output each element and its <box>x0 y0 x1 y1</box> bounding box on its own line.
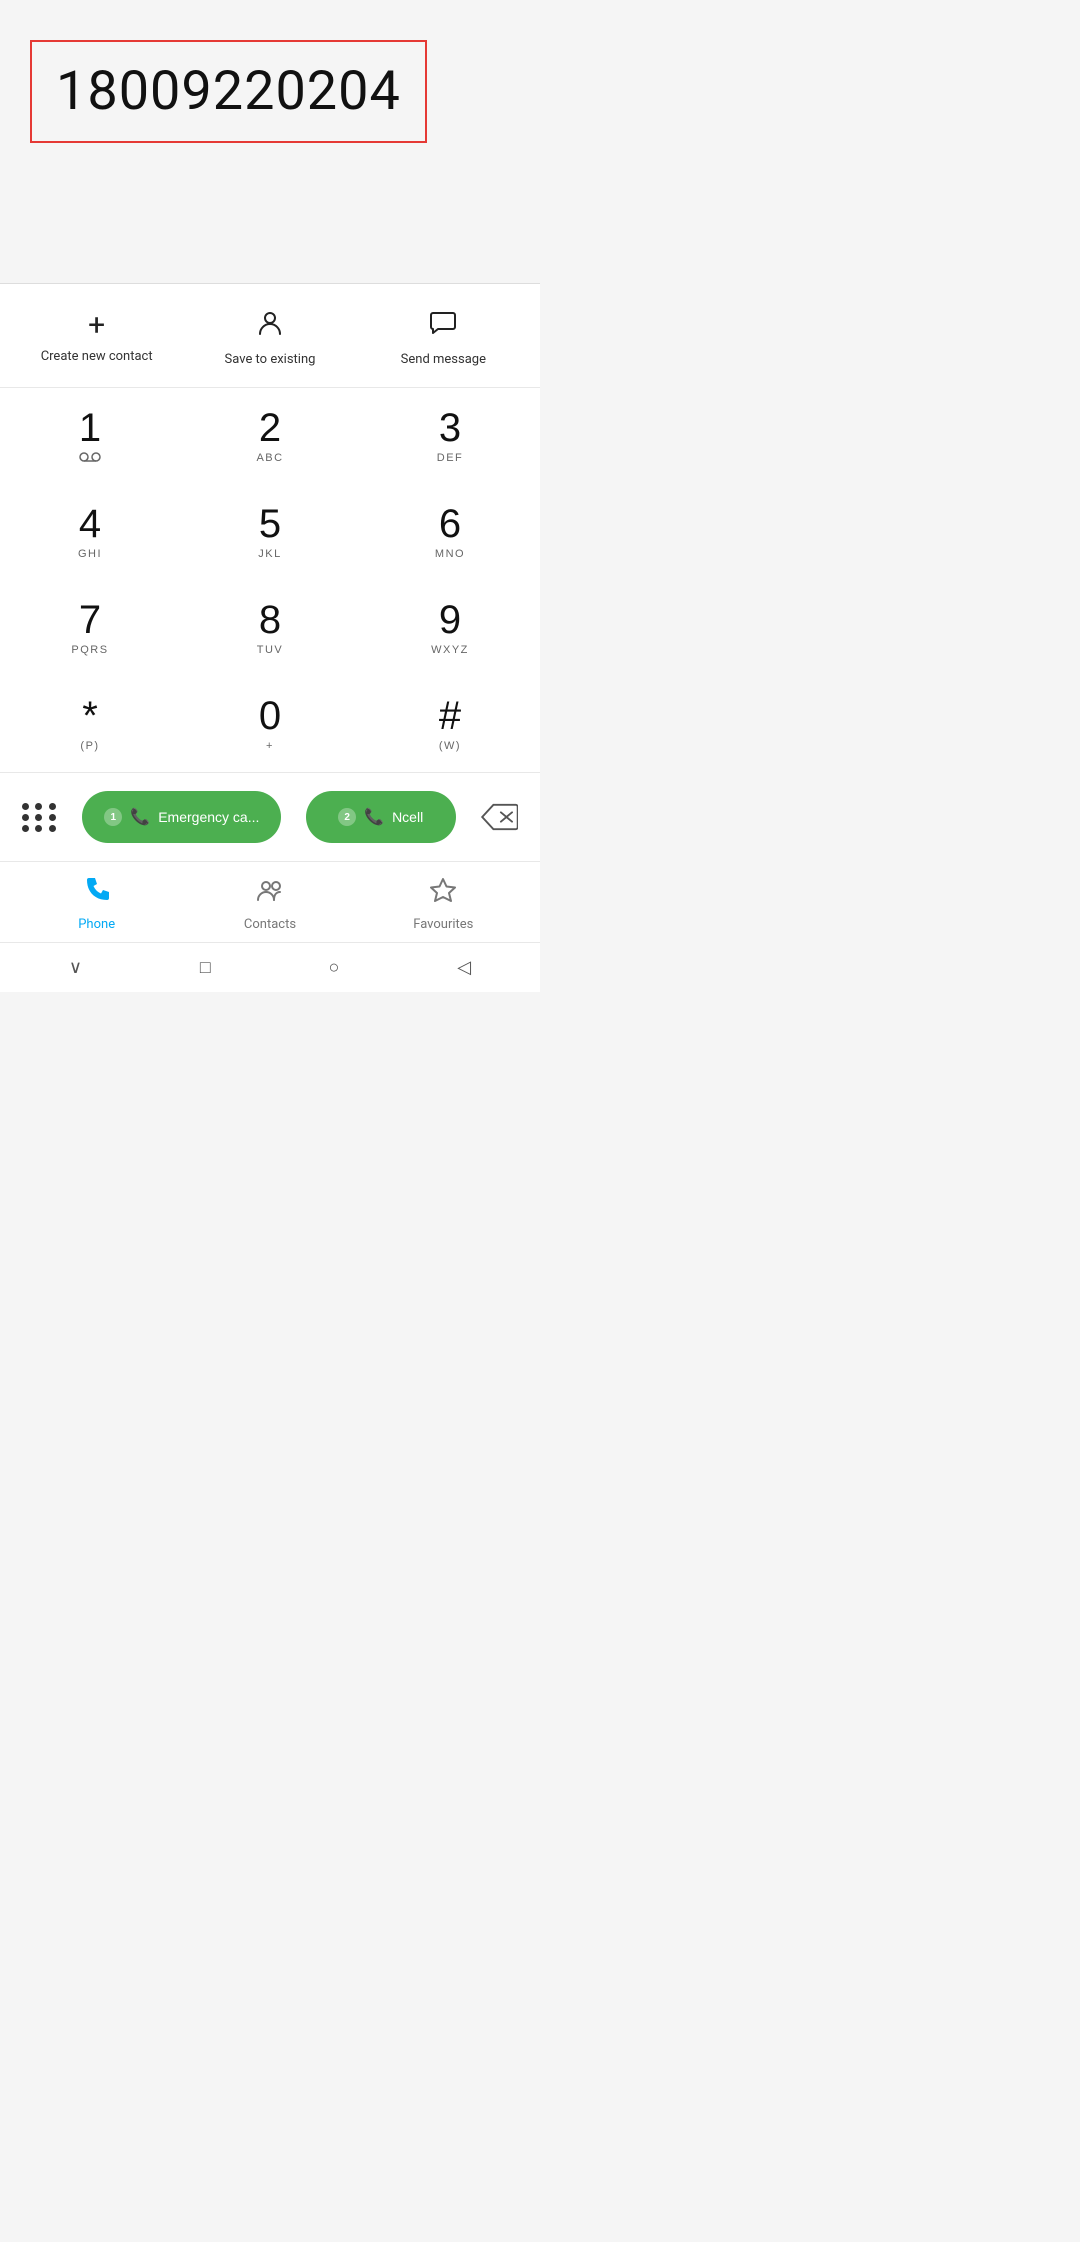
key-9-sub: WXYZ <box>431 644 469 658</box>
key-9-main: 9 <box>439 598 461 642</box>
key-hash-main: # <box>439 694 461 738</box>
ncell-call-label: Ncell <box>392 809 423 825</box>
key-5-button[interactable]: 5 JKL <box>180 484 360 580</box>
key-3-sub: DEF <box>437 452 464 466</box>
backspace-icon <box>480 803 518 831</box>
phone-tab-label: Phone <box>78 917 115 932</box>
sim2-badge: 2 <box>338 808 356 826</box>
favourites-tab-label: Favourites <box>413 917 473 932</box>
nav-home-button[interactable]: ○ <box>329 957 340 978</box>
key-5-sub: JKL <box>258 548 281 562</box>
key-9-button[interactable]: 9 WXYZ <box>360 580 540 676</box>
key-2-button[interactable]: 2 ABC <box>180 388 360 484</box>
contacts-tab-label: Contacts <box>244 917 296 932</box>
create-new-contact-label: Create new contact <box>41 349 153 364</box>
nav-recents-button[interactable]: □ <box>200 957 211 978</box>
contacts-tab-icon <box>256 876 284 911</box>
call-icon-1: 📞 <box>130 807 150 827</box>
tab-phone[interactable]: Phone <box>10 876 183 932</box>
sim1-badge: 1 <box>104 808 122 826</box>
emergency-call-label: Emer­gency ca... <box>158 809 259 825</box>
bottom-bar: 1 📞 Emer­gency ca... 2 📞 Ncell <box>0 773 540 862</box>
tab-favourites[interactable]: Favourites <box>357 876 530 932</box>
chat-icon <box>428 308 458 344</box>
key-5-main: 5 <box>259 502 281 546</box>
key-8-button[interactable]: 8 TUV <box>180 580 360 676</box>
key-7-main: 7 <box>79 598 101 642</box>
key-hash-button[interactable]: # (W) <box>360 676 540 772</box>
emergency-call-button[interactable]: 1 📞 Emer­gency ca... <box>82 791 281 843</box>
send-message-action[interactable]: Send message <box>357 308 530 367</box>
person-icon <box>255 308 285 344</box>
key-star-button[interactable]: * (P) <box>0 676 180 772</box>
key-6-sub: MNO <box>435 548 465 562</box>
key-star-main: * <box>82 694 98 738</box>
key-1-button[interactable]: 1 <box>0 388 180 484</box>
key-4-button[interactable]: 4 GHI <box>0 484 180 580</box>
nav-down-button[interactable]: ∨ <box>69 957 82 978</box>
key-1-sub <box>79 452 101 466</box>
key-0-sub: + <box>266 740 274 754</box>
key-3-main: 3 <box>439 406 461 450</box>
phone-number-area: 18009220204 <box>0 0 540 163</box>
key-8-sub: TUV <box>257 644 284 658</box>
phone-tab-icon <box>83 876 111 911</box>
backspace-button[interactable] <box>480 803 518 831</box>
key-2-main: 2 <box>259 406 281 450</box>
key-3-button[interactable]: 3 DEF <box>360 388 540 484</box>
show-dialpad-button[interactable] <box>22 803 58 832</box>
empty-spacer <box>0 163 540 283</box>
plus-icon: + <box>88 311 105 341</box>
key-2-sub: ABC <box>256 452 283 466</box>
key-hash-sub: (W) <box>439 740 461 754</box>
action-row: + Create new contact Save to existing Se… <box>0 284 540 388</box>
phone-number-box: 18009220204 <box>30 40 427 143</box>
key-6-button[interactable]: 6 MNO <box>360 484 540 580</box>
key-7-button[interactable]: 7 PQRS <box>0 580 180 676</box>
ncell-call-button[interactable]: 2 📞 Ncell <box>306 791 456 843</box>
nav-tabs: Phone Contacts Favourites <box>0 862 540 943</box>
dots-grid-icon <box>22 803 58 832</box>
create-new-contact-action[interactable]: + Create new contact <box>10 311 183 364</box>
nav-back-button[interactable]: ◁ <box>457 957 471 978</box>
key-6-main: 6 <box>439 502 461 546</box>
call-icon-2: 📞 <box>364 807 384 827</box>
key-0-button[interactable]: 0+ <box>180 676 360 772</box>
key-0-main: 0 <box>259 694 281 738</box>
key-4-sub: GHI <box>78 548 102 562</box>
key-7-sub: PQRS <box>71 644 108 658</box>
key-4-main: 4 <box>79 502 101 546</box>
phone-number-display: 18009220204 <box>56 60 401 123</box>
key-star-sub: (P) <box>80 740 99 754</box>
save-to-existing-action[interactable]: Save to existing <box>183 308 356 367</box>
key-8-main: 8 <box>259 598 281 642</box>
favourites-tab-icon <box>429 876 457 911</box>
send-message-label: Send message <box>401 352 486 367</box>
tab-contacts[interactable]: Contacts <box>183 876 356 932</box>
key-1-main: 1 <box>79 406 101 450</box>
dialpad: 1 2 ABC 3 DEF 4 GHI 5 JKL 6 MNO 7 PQRS 8 TUV 9 WXYZ * (P) 0… <box>0 388 540 773</box>
save-to-existing-label: Save to existing <box>225 352 316 367</box>
system-nav: ∨ □ ○ ◁ <box>0 943 540 992</box>
